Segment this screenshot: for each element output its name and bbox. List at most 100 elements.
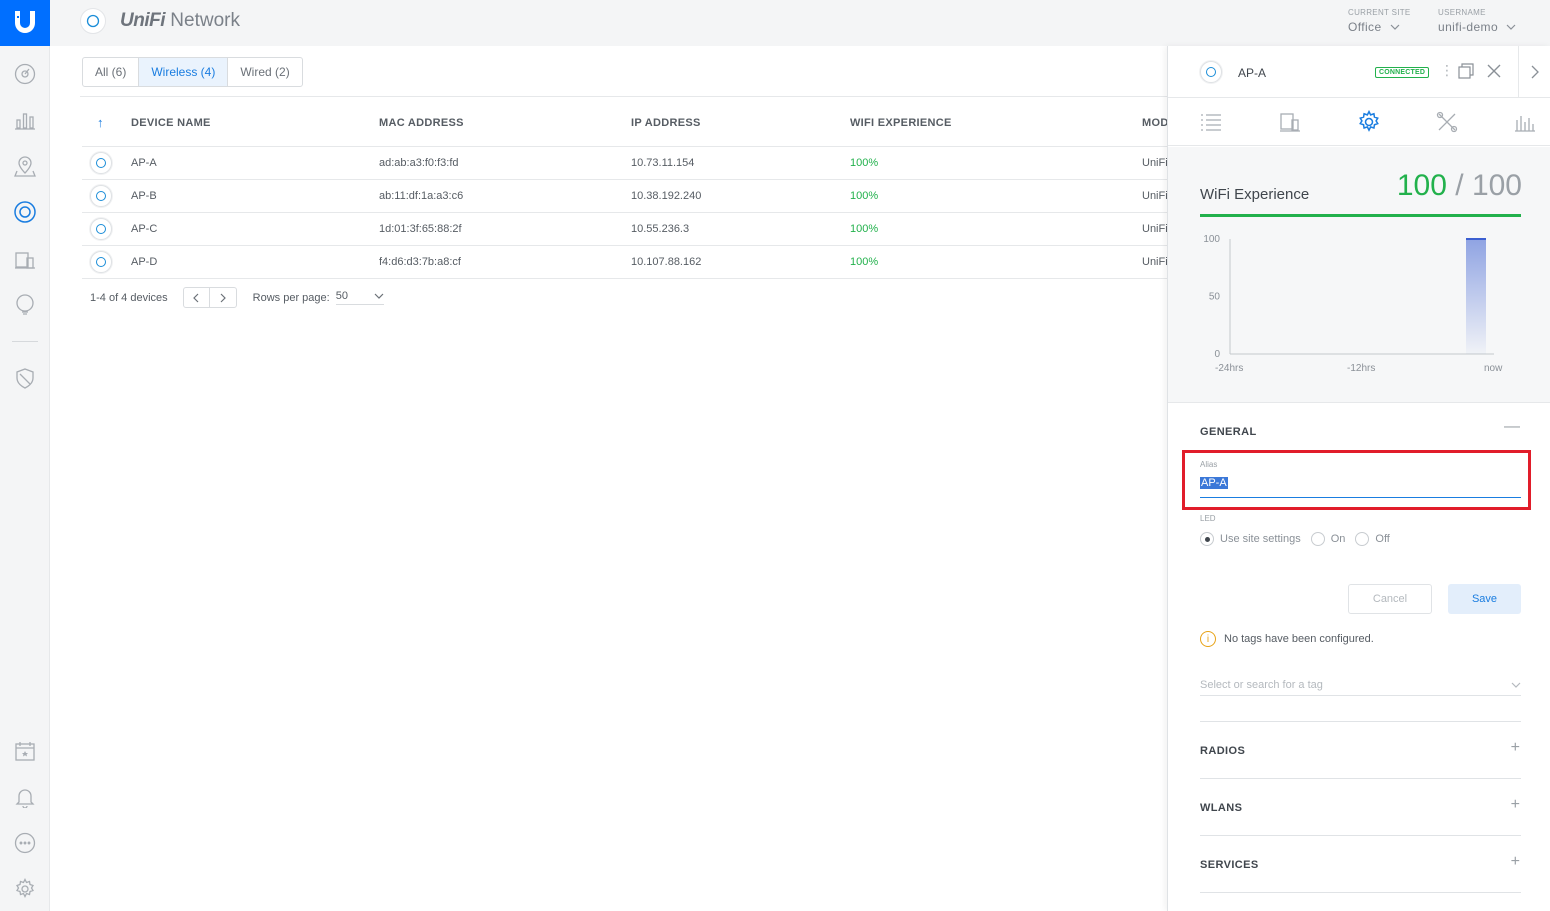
app-brand[interactable]: UniFi Network (80, 8, 240, 34)
events-icon[interactable] (11, 737, 39, 765)
settings-icon[interactable] (11, 875, 39, 903)
device-properties-panel: AP-A CONNECTED ⋮ WiFi Experience 100 / 1… (1167, 46, 1550, 911)
col-wifi-experience[interactable]: WIFI EXPERIENCE (850, 117, 952, 129)
devices-icon[interactable] (11, 198, 39, 226)
radios-heading[interactable]: RADIOS (1200, 745, 1245, 757)
model: UniFi (1142, 190, 1168, 202)
alerts-icon[interactable] (11, 783, 39, 811)
col-device-name[interactable]: DEVICE NAME (131, 117, 211, 129)
cancel-button[interactable]: Cancel (1348, 584, 1432, 614)
rail-divider (12, 341, 38, 342)
security-icon[interactable] (11, 364, 39, 392)
statistics-icon[interactable] (11, 106, 39, 134)
ubiquiti-logo-icon[interactable] (0, 0, 50, 46)
wifi-experience: 100% (850, 223, 879, 235)
divider (1200, 721, 1521, 722)
close-icon[interactable] (1486, 63, 1502, 79)
general-heading[interactable]: GENERAL (1200, 426, 1257, 438)
model: UniFi (1142, 157, 1168, 169)
table-row[interactable]: AP-D f4:d6:d3:7b:a8:cf 10.107.88.162 100… (82, 246, 1168, 279)
x-tick-label: -12hrs (1347, 363, 1375, 374)
ip-address: 10.38.192.240 (631, 190, 702, 202)
led-radio-on[interactable]: On (1310, 532, 1345, 546)
tab-wireless[interactable]: Wireless (4) (139, 58, 229, 86)
col-mac-address[interactable]: MAC ADDRESS (379, 117, 464, 129)
led-radio-off[interactable]: Off (1355, 532, 1390, 546)
map-icon[interactable] (11, 152, 39, 180)
info-warning-icon: i (1200, 631, 1216, 647)
expand-wlans-toggle[interactable]: + (1511, 796, 1520, 814)
mac-address: ad:ab:a3:f0:f3:fd (379, 157, 459, 169)
device-name: AP-B (131, 190, 157, 202)
settings-gear-icon[interactable] (1356, 110, 1382, 134)
led-radio-group: Use site settings On Off (1200, 532, 1400, 546)
panel-tabs (1168, 98, 1550, 146)
device-name: AP-C (131, 223, 158, 235)
prev-page-button[interactable] (184, 288, 210, 307)
wifi-experience: 100% (850, 256, 879, 268)
rows-per-page-label: Rows per page: (252, 291, 330, 304)
expand-services-toggle[interactable]: + (1511, 853, 1520, 871)
site-selector[interactable]: CURRENT SITE Office (1348, 8, 1411, 34)
clients-icon[interactable] (11, 246, 39, 274)
next-page-button[interactable] (210, 288, 236, 307)
led-radio-site-settings[interactable]: Use site settings (1200, 532, 1301, 546)
alias-label: Alias (1200, 460, 1218, 469)
rows-per-page-select[interactable]: 50 (335, 290, 384, 305)
table-header: ↑ DEVICE NAME MAC ADDRESS IP ADDRESS WIF… (82, 105, 1168, 147)
collapse-panel-button[interactable] (1518, 46, 1550, 98)
user-selector[interactable]: USERNAME unifi-demo (1438, 8, 1516, 34)
alias-input[interactable] (1200, 474, 1521, 498)
x-tick-label: -24hrs (1215, 363, 1243, 374)
restore-window-icon[interactable] (1458, 63, 1474, 79)
access-point-icon (90, 251, 112, 273)
ip-address: 10.107.88.162 (631, 256, 702, 268)
wifi-experience: 100% (850, 190, 879, 202)
tag-select[interactable]: Select or search for a tag (1200, 674, 1521, 696)
access-point-icon (90, 218, 112, 240)
chat-icon[interactable] (11, 829, 39, 857)
more-options-icon[interactable]: ⋮ (1440, 62, 1454, 79)
col-model[interactable]: MOD (1142, 117, 1169, 129)
no-tags-text: No tags have been configured. (1224, 633, 1374, 645)
expand-radios-toggle[interactable]: + (1511, 739, 1520, 757)
col-ip-address[interactable]: IP ADDRESS (631, 117, 701, 129)
wifi-experience-score: 100 / 100 (1397, 169, 1522, 203)
pagination-summary: 1-4 of 4 devices (90, 291, 168, 304)
services-heading[interactable]: SERVICES (1200, 859, 1259, 871)
tools-icon[interactable] (1434, 110, 1460, 134)
wlans-heading[interactable]: WLANS (1200, 802, 1242, 814)
radio-label: Use site settings (1220, 533, 1301, 545)
radio-label: Off (1375, 533, 1390, 545)
chevron-right-icon (1531, 65, 1539, 79)
status-badge: CONNECTED (1375, 67, 1430, 78)
mac-address: ab:11:df:1a:a3:c6 (379, 190, 464, 202)
model: UniFi (1142, 256, 1168, 268)
radio-checked-icon (1200, 532, 1214, 546)
table-row[interactable]: AP-A ad:ab:a3:f0:f3:fd 10.73.11.154 100%… (82, 147, 1168, 180)
table-row[interactable]: AP-C 1d:01:3f:65:88:2f 10.55.236.3 100% … (82, 213, 1168, 246)
collapse-general-toggle[interactable]: — (1504, 418, 1520, 436)
save-button[interactable]: Save (1448, 584, 1521, 614)
devices-table: ↑ DEVICE NAME MAC ADDRESS IP ADDRESS WIF… (82, 105, 1168, 279)
access-point-icon (90, 185, 112, 207)
score-value: 100 (1396, 169, 1447, 202)
device-name: AP-A (131, 157, 157, 169)
top-bar: UniFi Network CURRENT SITE Office USERNA… (50, 0, 1550, 46)
details-list-icon[interactable] (1198, 110, 1224, 134)
sort-arrow-icon[interactable]: ↑ (97, 115, 104, 130)
table-row[interactable]: AP-B ab:11:df:1a:a3:c6 10.38.192.240 100… (82, 180, 1168, 213)
unifi-network-icon (80, 8, 106, 34)
access-point-icon (1200, 61, 1222, 83)
tab-all[interactable]: All (6) (83, 58, 140, 86)
radio-unchecked-icon (1355, 532, 1370, 546)
divider (80, 96, 1168, 97)
chevron-right-icon (220, 293, 226, 302)
dashboard-icon[interactable] (11, 60, 39, 88)
tab-wired[interactable]: Wired (2) (228, 58, 301, 86)
insights-icon[interactable] (11, 290, 39, 318)
stats-icon[interactable] (1512, 110, 1538, 134)
wifi-experience-chart: 0 50 100 -24hrs -12hrs now (1203, 234, 1503, 374)
tag-select-placeholder: Select or search for a tag (1200, 678, 1323, 691)
device-icon[interactable] (1277, 110, 1303, 134)
